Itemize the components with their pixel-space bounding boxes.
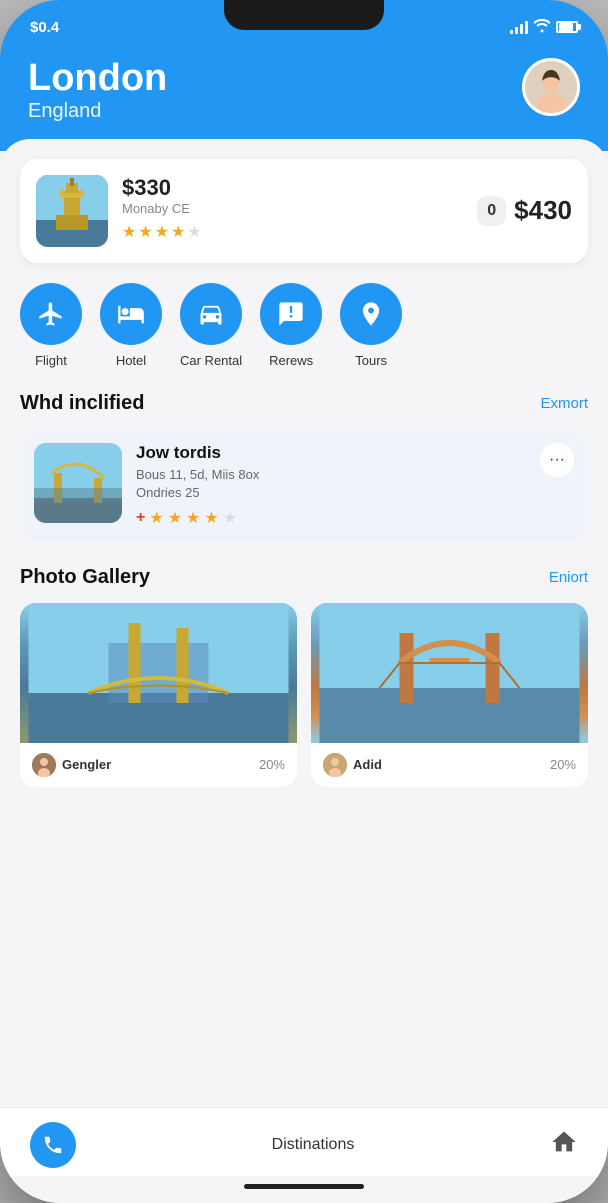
gallery-photo-2 (311, 603, 588, 743)
featured-thumbnail (36, 175, 108, 247)
hotel-label: Hotel (116, 353, 146, 368)
category-hotel[interactable]: Hotel (100, 283, 162, 368)
status-icons (510, 19, 578, 36)
wifi-icon (534, 19, 550, 36)
avatar[interactable] (522, 58, 580, 116)
plus-icon: + (136, 509, 145, 527)
home-icon[interactable] (550, 1128, 578, 1163)
categories: Flight Hotel Car (20, 283, 588, 368)
category-car[interactable]: Car Rental (180, 283, 242, 368)
user-avatar-1 (32, 753, 56, 777)
featured-info: $330 Monaby CE ★ ★ ★ ★ ★ (122, 175, 202, 242)
flight-circle (20, 283, 82, 345)
home-indicator (0, 1176, 608, 1203)
user-name-1: Gengler (62, 757, 111, 772)
gallery-meta-1: Gengler 20% (20, 743, 297, 787)
gallery-user-2: Adid (323, 753, 382, 777)
category-reviews[interactable]: Rerews (260, 283, 322, 368)
star-rating: ★ ★ ★ ★ ★ (122, 222, 202, 242)
hotel-circle (100, 283, 162, 345)
tours-label: Tours (355, 353, 387, 368)
signal-icon (510, 20, 528, 34)
price-counter: 0 (477, 196, 506, 226)
notch (224, 0, 384, 30)
more-button[interactable]: ··· (540, 443, 574, 477)
destinations-label: Distinations (272, 1136, 355, 1154)
featured-price: $330 (122, 175, 202, 201)
attraction-card: Jow tordis Bous 11, 5d, Miis 8ox Ondries… (20, 429, 588, 542)
featured-left: $330 Monaby CE ★ ★ ★ ★ ★ (36, 175, 202, 247)
city-name: London (28, 58, 167, 100)
car-label: Car Rental (180, 353, 242, 368)
attraction-name: Jow tordis (136, 443, 526, 463)
gallery-item-1[interactable]: Gengler 20% (20, 603, 297, 787)
gallery-count-1: 20% (259, 757, 285, 772)
battery-icon (556, 21, 578, 33)
a-star-2: ★ (168, 508, 182, 528)
phone-shell: $0.4 (0, 0, 608, 1203)
gallery-grid: Gengler 20% (20, 603, 588, 787)
flight-label: Flight (35, 353, 67, 368)
star-5: ★ (187, 222, 201, 242)
gallery-meta-2: Adid 20% (311, 743, 588, 787)
whd-link[interactable]: Exmort (540, 395, 588, 412)
user-avatar-2 (323, 753, 347, 777)
reviews-circle (260, 283, 322, 345)
attraction-sub2: Ondries 25 (136, 485, 526, 500)
country-name: England (28, 100, 167, 123)
gallery-title: Photo Gallery (20, 566, 150, 589)
phone-button[interactable] (30, 1122, 76, 1168)
hotel-name: Monaby CE (122, 201, 202, 216)
featured-card: $330 Monaby CE ★ ★ ★ ★ ★ 0 $430 (20, 159, 588, 263)
attraction-rating: + ★ ★ ★ ★ ★ (136, 508, 526, 528)
category-flight[interactable]: Flight (20, 283, 82, 368)
attraction-thumbnail (34, 443, 122, 523)
whd-title: Whd inclified (20, 392, 144, 415)
category-tours[interactable]: Tours (340, 283, 402, 368)
a-star-5: ★ (223, 508, 237, 528)
header: London England (0, 46, 608, 151)
attraction-info: Jow tordis Bous 11, 5d, Miis 8ox Ondries… (136, 443, 526, 528)
reviews-label: Rerews (269, 353, 313, 368)
header-text: London England (28, 58, 167, 123)
user-name-2: Adid (353, 757, 382, 772)
gallery-link[interactable]: Eniort (549, 569, 588, 586)
balance-text: $0.4 (30, 19, 59, 36)
a-star-1: ★ (149, 508, 163, 528)
gallery-photo-1 (20, 603, 297, 743)
bottom-nav: Distinations (0, 1107, 608, 1176)
gallery-user-1: Gengler (32, 753, 111, 777)
gallery-count-2: 20% (550, 757, 576, 772)
gallery-section-header: Photo Gallery Eniort (20, 566, 588, 589)
gallery-item-2[interactable]: Adid 20% (311, 603, 588, 787)
star-3: ★ (155, 222, 169, 242)
phone-screen: $0.4 (0, 0, 608, 1203)
whd-section-header: Whd inclified Exmort (20, 392, 588, 415)
car-circle (180, 283, 242, 345)
price-total: $430 (514, 195, 572, 226)
a-star-4: ★ (204, 508, 218, 528)
home-bar (244, 1184, 364, 1189)
tours-circle (340, 283, 402, 345)
a-star-3: ★ (186, 508, 200, 528)
star-1: ★ (122, 222, 136, 242)
main-content: $330 Monaby CE ★ ★ ★ ★ ★ 0 $430 (0, 139, 608, 1107)
price-right: 0 $430 (477, 195, 572, 226)
star-4: ★ (171, 222, 185, 242)
star-2: ★ (138, 222, 152, 242)
attraction-sub1: Bous 11, 5d, Miis 8ox (136, 467, 526, 482)
